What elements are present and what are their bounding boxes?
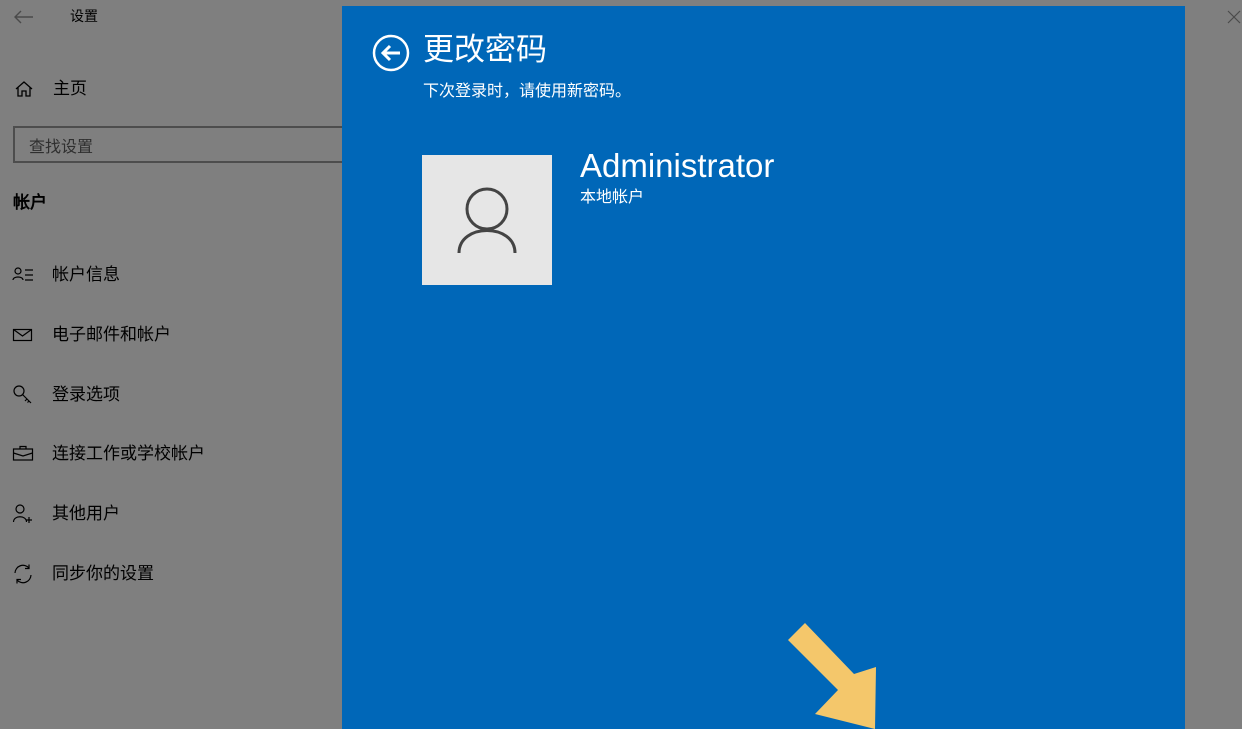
- sidebar-item-label: 电子邮件和帐户: [52, 325, 171, 345]
- annotation-arrow-icon: [785, 620, 880, 729]
- account-info-icon: [12, 264, 34, 286]
- sidebar-item-work-school[interactable]: 连接工作或学校帐户: [0, 434, 342, 474]
- back-button[interactable]: [6, 2, 40, 32]
- search-input[interactable]: [27, 134, 351, 158]
- sidebar-item-other-users[interactable]: 其他用户: [0, 494, 342, 534]
- sync-icon: [12, 563, 34, 585]
- close-icon: [1227, 10, 1241, 24]
- app-title: 设置: [70, 9, 98, 25]
- sidebar-item-sign-in-options[interactable]: 登录选项: [0, 375, 342, 415]
- dialog-back-button[interactable]: [372, 34, 410, 72]
- sidebar-item-label: 登录选项: [52, 385, 120, 405]
- nav-home-label: 主页: [53, 79, 87, 99]
- home-icon: [14, 80, 34, 102]
- briefcase-icon: [12, 443, 34, 465]
- back-arrow-icon: [14, 10, 33, 24]
- key-icon: [12, 384, 34, 406]
- close-button[interactable]: [1222, 4, 1242, 30]
- user-avatar-icon: [457, 187, 517, 254]
- sidebar-item-email[interactable]: 电子邮件和帐户: [0, 315, 342, 355]
- avatar: [422, 155, 552, 285]
- dialog-title: 更改密码: [423, 32, 547, 68]
- section-title: 帐户: [13, 193, 47, 213]
- person-add-icon: [12, 503, 34, 525]
- sidebar-item-label: 同步你的设置: [52, 564, 154, 584]
- sidebar-item-label: 其他用户: [52, 504, 120, 524]
- search-box[interactable]: [13, 126, 373, 163]
- sidebar-item-label: 连接工作或学校帐户: [52, 444, 205, 464]
- user-name: Administrator: [580, 147, 775, 184]
- mail-icon: [12, 324, 34, 346]
- sidebar-item-sync[interactable]: 同步你的设置: [0, 554, 342, 594]
- nav-home[interactable]: 主页: [0, 72, 342, 106]
- change-password-dialog: 更改密码 下次登录时，请使用新密码。 Administrator 本地帐户: [342, 6, 1185, 729]
- sidebar-item-label: 帐户信息: [52, 265, 120, 285]
- sidebar-item-account-info[interactable]: 帐户信息: [0, 255, 342, 295]
- dialog-subtitle: 下次登录时，请使用新密码。: [423, 81, 632, 100]
- circle-back-arrow-icon: [372, 34, 410, 72]
- user-account-type: 本地帐户: [580, 187, 645, 206]
